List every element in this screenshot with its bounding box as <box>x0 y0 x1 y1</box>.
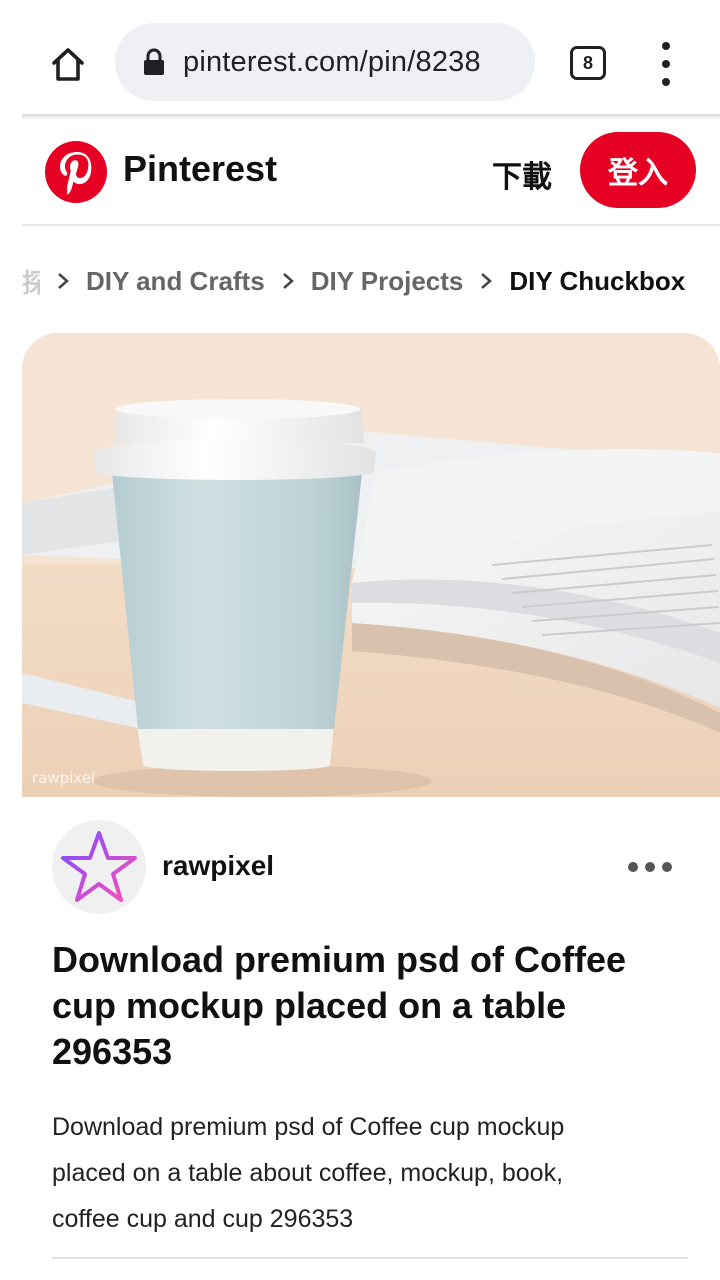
home-button[interactable] <box>42 38 94 90</box>
breadcrumb: 探 DIY and Crafts DIY Projects DIY Chuckb… <box>22 250 720 312</box>
home-icon <box>52 48 84 81</box>
pin-description: Download premium psd of Coffee cup mocku… <box>52 1113 565 1233</box>
download-link[interactable]: 下載 <box>492 152 552 196</box>
pin-title: Download premium psd of Coffee cup mocku… <box>52 939 627 1072</box>
site-header: Pinterest 下載 登入 <box>22 120 720 226</box>
pin-image[interactable]: rawpixel <box>22 333 720 797</box>
lock-icon <box>141 47 167 77</box>
divider <box>52 1257 688 1259</box>
more-horiz-icon <box>628 862 638 872</box>
url-text: pinterest.com/pin/8238 <box>183 45 481 78</box>
pinterest-logo-icon[interactable] <box>44 140 108 204</box>
more-options-button[interactable] <box>628 858 672 876</box>
chevron-right-icon <box>471 271 501 291</box>
tab-switcher-button[interactable]: 8 <box>570 46 606 80</box>
author-name[interactable]: rawpixel <box>162 850 274 882</box>
star-icon <box>61 831 137 902</box>
browser-menu-button[interactable] <box>654 42 678 86</box>
login-button[interactable]: 登入 <box>580 132 696 208</box>
address-bar[interactable]: pinterest.com/pin/8238 <box>115 23 535 101</box>
breadcrumb-current[interactable]: DIY Chuckbox <box>509 266 685 297</box>
breadcrumb-item[interactable]: DIY and Crafts <box>86 266 265 297</box>
photo-watermark: rawpixel <box>32 769 96 787</box>
breadcrumb-overflow: 探 <box>22 267 40 298</box>
chevron-right-icon <box>48 271 78 291</box>
brand-name[interactable]: Pinterest <box>123 148 277 190</box>
browser-toolbar: pinterest.com/pin/8238 8 <box>0 0 720 118</box>
avatar[interactable] <box>52 820 146 914</box>
more-vert-icon <box>662 42 670 50</box>
tab-count: 8 <box>582 52 593 73</box>
coffee-cup-photo <box>22 333 720 797</box>
chevron-right-icon <box>273 271 303 291</box>
breadcrumb-item[interactable]: DIY Projects <box>311 266 464 297</box>
